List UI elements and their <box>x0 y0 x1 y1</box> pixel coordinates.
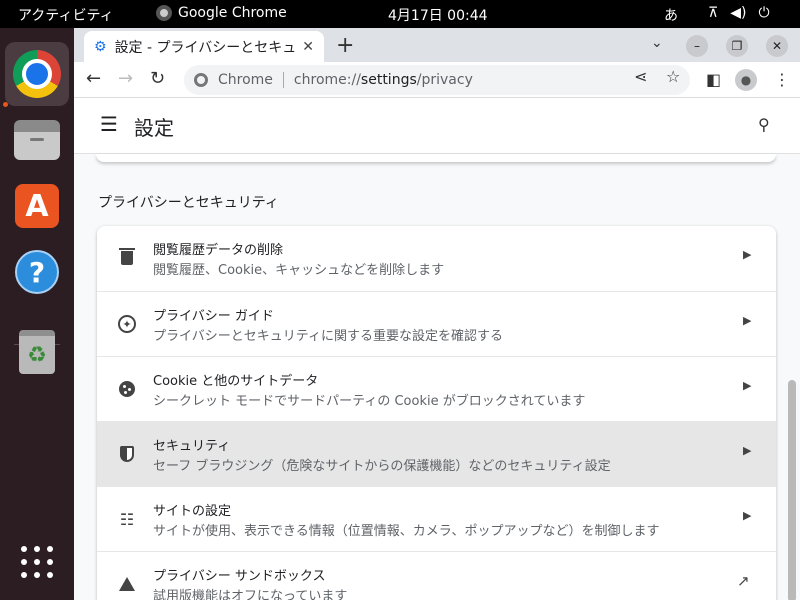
hamburger-menu-icon[interactable]: ☰ <box>100 112 118 136</box>
app-menu[interactable]: Google Chrome <box>156 5 287 21</box>
tab-search-button[interactable]: ⌄ <box>651 35 663 51</box>
reload-button[interactable]: ↻ <box>150 68 165 89</box>
chrome-window: ⚙ 設定 - プライバシーとセキュ ✕ + ⌄ – ❐ ✕ ← → ↻ Chro… <box>74 28 800 600</box>
chrome-icon <box>13 50 61 98</box>
dock-app-store[interactable]: A <box>5 174 69 238</box>
page-title: 設定 <box>134 116 174 140</box>
compass-icon: ✦ <box>117 314 137 334</box>
app-grid-icon[interactable] <box>21 546 53 578</box>
chevron-right-icon: ▶ <box>743 509 752 522</box>
chevron-right-icon: ▶ <box>743 314 752 327</box>
previous-card-bottom <box>96 154 776 162</box>
settings-header: ☰ 設定 ⚲ <box>74 98 800 154</box>
files-icon <box>14 120 60 160</box>
row-label: プライバシー サンドボックス <box>153 569 326 584</box>
app-name: Google Chrome <box>178 5 287 21</box>
tune-icon: ☷ <box>119 509 135 529</box>
tab-settings[interactable]: ⚙ 設定 - プライバシーとセキュ ✕ <box>84 31 324 62</box>
row-label: 閲覧履歴データの削除 <box>153 243 284 258</box>
row-privacy-sandbox[interactable]: プライバシー サンドボックス 試用版機能はオフになっています ↗ <box>97 551 776 600</box>
privacy-security-card: 閲覧履歴データの削除 閲覧履歴、Cookie、キャッシュなどを削除します ▶ ✦… <box>97 226 776 600</box>
tab-strip: ⚙ 設定 - プライバシーとセキュ ✕ + ⌄ – ❐ ✕ <box>74 28 800 62</box>
settings-page: ☰ 設定 ⚲ プライバシーとセキュリティ 閲覧履歴データの削除 閲覧履歴、Coo… <box>74 98 800 600</box>
row-clear-browsing-data[interactable]: 閲覧履歴データの削除 閲覧履歴、Cookie、キャッシュなどを削除します ▶ <box>97 226 776 291</box>
tab-close-button[interactable]: ✕ <box>302 39 314 55</box>
back-button[interactable]: ← <box>86 68 101 89</box>
browser-toolbar: ← → ↻ Chrome chrome:// settings /privacy… <box>74 62 800 98</box>
address-separator <box>282 72 284 88</box>
input-method-indicator[interactable]: あ <box>664 5 678 25</box>
external-link-icon: ↗ <box>737 572 750 590</box>
scheme-label: Chrome <box>218 72 273 88</box>
forward-button[interactable]: → <box>118 68 133 89</box>
profile-avatar[interactable]: ● <box>735 69 757 91</box>
row-description: 閲覧履歴、Cookie、キャッシュなどを削除します <box>153 263 445 278</box>
row-description: プライバシーとセキュリティに関する重要な設定を確認する <box>153 329 503 344</box>
row-label: セキュリティ <box>153 439 231 454</box>
dock-chrome[interactable] <box>5 42 69 106</box>
address-bar[interactable]: Chrome chrome:// settings /privacy <box>184 65 690 95</box>
trash-icon: ♻ <box>19 330 55 374</box>
row-label: Cookie と他のサイトデータ <box>153 374 319 389</box>
system-top-bar: アクティビティ Google Chrome 4月17日 00:44 あ ⊼ ◀)… <box>0 0 800 28</box>
minimize-button[interactable]: – <box>686 35 708 57</box>
url-path: /privacy <box>416 72 473 88</box>
row-security[interactable]: セキュリティ セーフ ブラウジング（危険なサイトからの保護機能）などのセキュリテ… <box>97 421 776 486</box>
chevron-right-icon: ▶ <box>743 444 752 457</box>
dock-files[interactable] <box>5 108 69 172</box>
url-scheme: chrome:// <box>293 72 361 88</box>
activities-button[interactable]: アクティビティ <box>18 5 114 25</box>
flask-icon <box>117 574 137 594</box>
trash-icon <box>117 248 137 268</box>
volume-icon: ◀) <box>730 5 747 21</box>
row-description: サイトが使用、表示できる情報（位置情報、カメラ、ポップアップなど）を制御します <box>153 524 660 539</box>
maximize-button[interactable]: ❐ <box>726 35 748 57</box>
row-label: サイトの設定 <box>153 504 232 519</box>
row-description: 試用版機能はオフになっています <box>153 589 348 600</box>
network-icon: ⊼ <box>708 5 719 21</box>
side-panel-icon[interactable]: ◧ <box>706 70 721 89</box>
page-scrollbar[interactable] <box>788 380 796 600</box>
new-tab-button[interactable]: + <box>336 33 354 58</box>
dock-help[interactable]: ? <box>5 240 69 304</box>
app-store-icon: A <box>15 184 59 228</box>
system-tray[interactable]: ⊼ ◀) ⏻ <box>708 5 770 21</box>
dock-trash[interactable]: ♻ <box>5 320 69 384</box>
row-cookies[interactable]: Cookie と他のサイトデータ シークレット モードでサードパーティの Coo… <box>97 356 776 421</box>
chevron-right-icon: ▶ <box>743 248 752 261</box>
row-label: プライバシー ガイド <box>153 309 274 324</box>
gear-icon: ⚙ <box>94 38 107 55</box>
row-privacy-guide[interactable]: ✦ プライバシー ガイド プライバシーとセキュリティに関する重要な設定を確認する… <box>97 291 776 356</box>
url-host: settings <box>360 72 417 88</box>
clock[interactable]: 4月17日 00:44 <box>388 5 488 25</box>
close-window-button[interactable]: ✕ <box>766 35 788 57</box>
dock: A ? ♻ <box>0 28 74 600</box>
chrome-small-icon <box>156 5 172 21</box>
cookie-icon <box>117 379 137 399</box>
row-description: シークレット モードでサードパーティの Cookie がブロックされています <box>153 394 586 409</box>
power-icon: ⏻ <box>758 5 770 21</box>
more-menu-icon[interactable]: ⋮ <box>774 70 790 89</box>
row-description: セーフ ブラウジング（危険なサイトからの保護機能）などのセキュリティ設定 <box>153 459 611 474</box>
help-icon: ? <box>15 250 59 294</box>
row-site-settings[interactable]: ☷ サイトの設定 サイトが使用、表示できる情報（位置情報、カメラ、ポップアップな… <box>97 486 776 551</box>
section-title: プライバシーとセキュリティ <box>98 195 279 211</box>
chevron-right-icon: ▶ <box>743 379 752 392</box>
shield-icon <box>117 444 137 464</box>
bookmark-star-icon[interactable]: ☆ <box>666 67 680 86</box>
share-icon[interactable]: ⋖ <box>634 67 647 86</box>
tab-title: 設定 - プライバシーとセキュ <box>114 39 297 56</box>
chrome-page-icon <box>194 73 208 87</box>
search-icon[interactable]: ⚲ <box>758 115 770 134</box>
